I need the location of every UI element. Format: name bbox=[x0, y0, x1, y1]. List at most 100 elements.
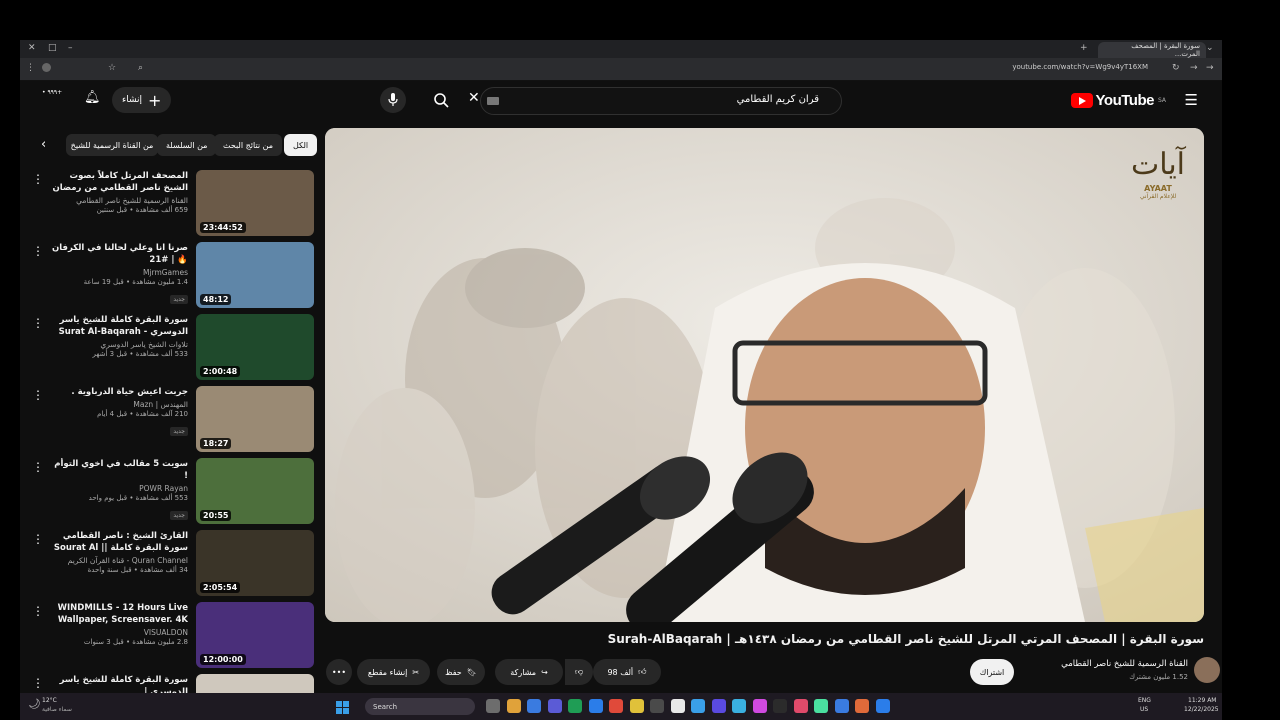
recommendation-channel[interactable]: تلاوات الشيخ ياسر الدوسري bbox=[48, 340, 188, 349]
taskbar-app-icon[interactable] bbox=[711, 699, 726, 713]
clock-time[interactable]: 11:29 AM bbox=[1188, 697, 1216, 704]
channel-name[interactable]: القناة الرسمية للشيخ ناصر القطامي bbox=[1061, 659, 1188, 669]
bell-icon[interactable]: 🔔︎ bbox=[84, 90, 101, 105]
taskbar-app-icon[interactable] bbox=[752, 699, 767, 713]
search-box[interactable]: قران كريم القطامي bbox=[480, 87, 842, 115]
recommendation-channel[interactable]: القناة الرسمية للشيخ ناصر القطامي bbox=[48, 196, 188, 205]
taskbar-search[interactable]: Search bbox=[365, 698, 475, 715]
recommendation-item[interactable]: 2:00:48 سورة البقرة كاملة للشيخ ياسر الدو… bbox=[32, 314, 314, 382]
start-icon[interactable] bbox=[336, 699, 349, 714]
recommendation-channel[interactable]: MjrmGames bbox=[48, 268, 188, 277]
kebab-menu-icon[interactable]: ⋮ bbox=[32, 460, 44, 474]
taskbar-app-icon[interactable] bbox=[609, 699, 623, 713]
recommendation-item[interactable]: 23:44:52 المصحف المرتل كاملاً بصوت الشيخ … bbox=[32, 170, 314, 238]
kebab-menu-icon[interactable]: ⋮ bbox=[32, 604, 44, 618]
taskbar-app-icon[interactable] bbox=[486, 699, 500, 713]
language[interactable]: ENG bbox=[1138, 697, 1151, 704]
video-thumbnail[interactable]: 23:44:52 bbox=[196, 170, 314, 236]
taskbar-app-icon[interactable] bbox=[588, 699, 603, 713]
taskbar-app-icon[interactable] bbox=[814, 699, 828, 713]
taskbar-app-icon[interactable] bbox=[875, 699, 890, 713]
url-field[interactable]: youtube.com/watch?v=Wg9v4yT16XM bbox=[1012, 63, 1148, 71]
profile-icon[interactable] bbox=[42, 63, 51, 72]
chip-official-channel[interactable]: من القناة الرسمية للشيخ bbox=[66, 134, 158, 156]
kebab-menu-icon[interactable]: ⋮ bbox=[32, 316, 44, 330]
recommendation-title[interactable]: سورة البقرة كاملة للشيخ ياسر الدوسري | bbox=[48, 674, 188, 693]
tab-search-icon[interactable]: ⌄ bbox=[1206, 43, 1214, 53]
recommendation-title[interactable]: WINDMILLS - 12 Hours Live Wallpaper, Scr… bbox=[48, 602, 188, 626]
notification-count[interactable]: • ٩٩٩+ bbox=[42, 89, 62, 96]
kebab-menu-icon[interactable]: ⋮ bbox=[32, 172, 44, 186]
like-button[interactable]: 98 ألف 👍︎ bbox=[593, 659, 661, 685]
video-thumbnail[interactable]: 2:05:54 bbox=[196, 530, 314, 596]
subscribe-button[interactable]: اشتراك bbox=[970, 659, 1014, 685]
voice-search-button[interactable] bbox=[380, 87, 406, 113]
channel-avatar[interactable] bbox=[1194, 657, 1220, 683]
taskbar-app-icon[interactable] bbox=[773, 699, 787, 713]
taskbar-app-icon[interactable] bbox=[547, 699, 562, 713]
recommendation-channel[interactable]: VISUALDON bbox=[48, 628, 188, 637]
share-button[interactable]: مشاركة ↪ bbox=[495, 659, 563, 685]
reload-icon[interactable]: ↻ bbox=[1172, 63, 1180, 73]
recommendation-item[interactable]: 12:00:00 WINDMILLS - 12 Hours Live Wallpa… bbox=[32, 602, 314, 670]
search-button[interactable] bbox=[428, 87, 454, 113]
clear-search-icon[interactable]: ✕ bbox=[468, 90, 480, 106]
taskbar-app-icon[interactable] bbox=[855, 699, 869, 713]
minimize-icon[interactable]: – bbox=[68, 43, 73, 53]
kebab-menu-icon[interactable]: ⋮ bbox=[32, 244, 44, 258]
keyboard-icon[interactable] bbox=[487, 97, 499, 105]
taskbar-app-icon[interactable] bbox=[670, 699, 685, 713]
back-icon[interactable]: → bbox=[1206, 63, 1214, 73]
video-thumbnail[interactable]: 12:00:00 bbox=[196, 602, 314, 668]
recommendation-title[interactable]: صرنا انا وعلي لحالنا في الكرفان 🔥 | #21 bbox=[48, 242, 188, 266]
menu-icon[interactable]: ☰ bbox=[1185, 91, 1198, 109]
recommendation-item[interactable]: 48:12 صرنا انا وعلي لحالنا في الكرفان 🔥 |… bbox=[32, 242, 314, 310]
recommendation-title[interactable]: القارئ الشيخ : ناصر القطامي سورة البقرة … bbox=[48, 530, 188, 554]
chip-all[interactable]: الكل bbox=[284, 134, 318, 156]
video-thumbnail[interactable]: 20:55 bbox=[196, 458, 314, 524]
taskbar-app-icon[interactable] bbox=[732, 699, 746, 713]
kebab-menu-icon[interactable]: ⋮ bbox=[32, 532, 44, 546]
chip-search-results[interactable]: من نتائج البحث bbox=[214, 134, 283, 156]
maximize-icon[interactable]: □ bbox=[48, 43, 57, 53]
weather-icon[interactable]: 🌙︎ bbox=[28, 699, 41, 710]
search-input[interactable]: قران كريم القطامي bbox=[737, 94, 819, 105]
youtube-logo[interactable]: YouTube SA bbox=[1070, 92, 1166, 109]
recommendation-channel[interactable]: Quran Channel - قناة القرآن الكريم bbox=[48, 556, 188, 565]
recommendation-item[interactable]: 2:05:54 القارئ الشيخ : ناصر القطامي سورة … bbox=[32, 530, 314, 598]
video-player[interactable]: آيات AYAAT للإعلام القرآني bbox=[325, 128, 1204, 622]
close-window-icon[interactable]: ✕ bbox=[28, 43, 36, 53]
kebab-menu-icon[interactable]: ⋮ bbox=[32, 388, 44, 402]
recommendation-item[interactable]: 18:27 جربت اعيش حياة الدرباوية . المهندس |… bbox=[32, 386, 314, 454]
create-button[interactable]: إنشاء + bbox=[112, 87, 172, 113]
recommendation-channel[interactable]: POWR Rayan bbox=[48, 484, 188, 493]
video-thumbnail[interactable] bbox=[196, 674, 314, 693]
recommendation-title[interactable]: المصحف المرتل كاملاً بصوت الشيخ ناصر الق… bbox=[48, 170, 188, 194]
taskbar-app-icon[interactable] bbox=[650, 699, 664, 713]
chevron-left-icon[interactable]: ‹ bbox=[41, 137, 46, 152]
taskbar-app-icon[interactable] bbox=[834, 699, 849, 713]
taskbar-app-icon[interactable] bbox=[568, 699, 582, 713]
taskbar-app-icon[interactable] bbox=[629, 699, 644, 713]
forward-icon[interactable]: → bbox=[1190, 63, 1198, 73]
new-tab-icon[interactable]: + bbox=[1080, 43, 1088, 53]
more-actions-button[interactable]: ••• bbox=[326, 659, 352, 685]
recommendation-item[interactable]: 20:55 سويت 5 مقالب في اخوي التوأم ! POWR R… bbox=[32, 458, 314, 526]
video-thumbnail[interactable]: 2:00:48 bbox=[196, 314, 314, 380]
save-button[interactable]: حفظ 🔖︎ bbox=[437, 659, 485, 685]
dislike-button[interactable]: 👎︎ bbox=[565, 659, 593, 685]
recommendation-item[interactable]: سورة البقرة كاملة للشيخ ياسر الدوسري | ⋮ bbox=[32, 674, 314, 693]
recommendation-title[interactable]: سويت 5 مقالب في اخوي التوأم ! bbox=[48, 458, 188, 482]
taskbar-app-icon[interactable] bbox=[506, 699, 521, 713]
taskbar-app-icon[interactable] bbox=[527, 699, 541, 713]
taskbar-app-icon[interactable] bbox=[793, 699, 808, 713]
video-thumbnail[interactable]: 18:27 bbox=[196, 386, 314, 452]
taskbar-app-icon[interactable] bbox=[691, 699, 705, 713]
bookmark-star-icon[interactable]: ☆ bbox=[108, 63, 116, 73]
more-icon[interactable]: ⋮ bbox=[26, 63, 35, 73]
video-thumbnail[interactable]: 48:12 bbox=[196, 242, 314, 308]
kebab-menu-icon[interactable]: ⋮ bbox=[32, 676, 44, 690]
clip-button[interactable]: إنشاء مقطع ✂ bbox=[357, 659, 430, 685]
recommendation-channel[interactable]: المهندس | Mazn bbox=[48, 400, 188, 409]
zoom-icon[interactable]: ⌕ bbox=[138, 63, 143, 73]
